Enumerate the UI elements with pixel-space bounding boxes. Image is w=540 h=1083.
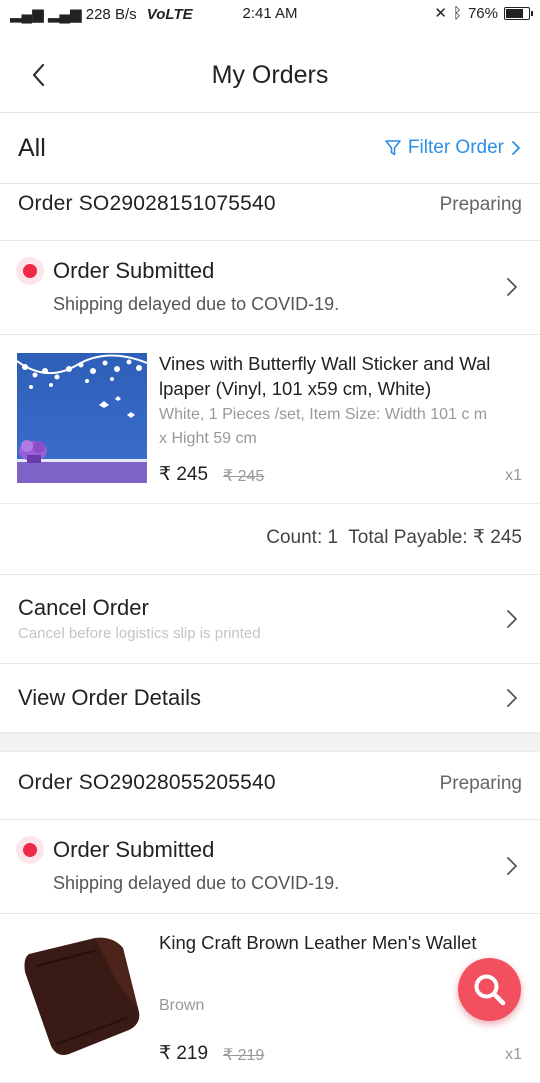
system-icons: ✕ ᛒ 76% bbox=[434, 4, 533, 22]
order-header: Order SO29028151075540 Preparing bbox=[0, 185, 540, 241]
product-image bbox=[17, 932, 147, 1062]
order-number: Order SO29028055205540 bbox=[18, 771, 276, 794]
mute-icon: ✕ bbox=[434, 5, 447, 22]
product-name: King Craft Brown Leather Men's Wallet bbox=[159, 932, 477, 953]
status-note: Shipping delayed due to COVID-19. bbox=[53, 294, 340, 314]
order-header: Order SO29028055205540 Preparing bbox=[0, 764, 540, 820]
order-summary: Count: 1 Total Payable: ₹ 245 bbox=[0, 504, 540, 575]
status-label: Order Submitted bbox=[53, 837, 215, 862]
battery-percent: 76% bbox=[467, 4, 498, 22]
page-title: My Orders bbox=[211, 61, 329, 89]
cancel-order-hint: Cancel before logistics slip is printed bbox=[18, 625, 261, 642]
chevron-right-icon bbox=[507, 610, 517, 628]
all-orders-tab[interactable]: All bbox=[18, 134, 46, 163]
product-quantity: x1 bbox=[505, 1046, 522, 1063]
chevron-right-icon bbox=[507, 857, 517, 875]
order-number: Order SO29028151075540 bbox=[18, 192, 276, 215]
search-button[interactable] bbox=[458, 958, 521, 1021]
view-order-details-button[interactable]: View Order Details bbox=[0, 664, 540, 733]
product-item[interactable]: Vines with Butterfly Wall Sticker and Wa… bbox=[0, 335, 540, 504]
product-original-price: ₹ 219 bbox=[223, 1047, 265, 1064]
product-quantity: x1 bbox=[505, 467, 522, 484]
order-card: Order SO29028151075540 Preparing Order S… bbox=[0, 185, 540, 733]
view-order-details-label: View Order Details bbox=[18, 685, 201, 710]
order-state: Preparing bbox=[439, 773, 522, 794]
product-spec: White, 1 Pieces /set, Item Size: Width 1… bbox=[159, 406, 488, 447]
cancel-order-label: Cancel Order bbox=[18, 595, 149, 620]
order-status-row[interactable]: Order Submitted Shipping delayed due to … bbox=[0, 241, 540, 335]
app-bar: My Orders bbox=[0, 40, 540, 113]
chevron-right-icon bbox=[512, 141, 520, 155]
status-bar: ▂▄▆ ▂▄▆ 228 B/s VoLTE 2:41 AM ✕ ᛒ 76% bbox=[0, 0, 540, 30]
battery-icon bbox=[504, 6, 533, 20]
status-note: Shipping delayed due to COVID-19. bbox=[53, 873, 340, 893]
funnel-icon bbox=[385, 140, 401, 156]
order-status-row[interactable]: Order Submitted Shipping delayed due to … bbox=[0, 820, 540, 914]
order-state: Preparing bbox=[439, 194, 522, 215]
product-spec: Brown bbox=[159, 997, 205, 1014]
status-label: Order Submitted bbox=[53, 258, 215, 283]
filter-order-label: Filter Order bbox=[407, 137, 504, 158]
product-image bbox=[17, 353, 147, 483]
product-name: Vines with Butterfly Wall Sticker and Wa… bbox=[159, 353, 491, 399]
product-original-price: ₹ 245 bbox=[223, 468, 265, 485]
section-divider bbox=[0, 732, 540, 752]
order-card: Order SO29028055205540 Preparing Order S… bbox=[0, 764, 540, 1083]
chevron-right-icon bbox=[507, 689, 517, 707]
order-total: Count: 1 Total Payable: ₹ 245 bbox=[266, 527, 522, 548]
chevron-right-icon bbox=[507, 278, 517, 296]
search-icon bbox=[474, 974, 506, 1006]
filter-order-button[interactable]: Filter Order bbox=[384, 137, 522, 159]
status-dot-icon bbox=[16, 257, 44, 285]
bluetooth-icon: ᛒ bbox=[452, 4, 462, 22]
product-price: ₹ 245 bbox=[159, 464, 209, 485]
filter-bar: All Filter Order bbox=[0, 113, 540, 184]
status-dot-icon bbox=[16, 836, 44, 864]
product-price: ₹ 219 bbox=[159, 1043, 209, 1064]
cancel-order-button[interactable]: Cancel Order Cancel before logistics sli… bbox=[0, 575, 540, 664]
